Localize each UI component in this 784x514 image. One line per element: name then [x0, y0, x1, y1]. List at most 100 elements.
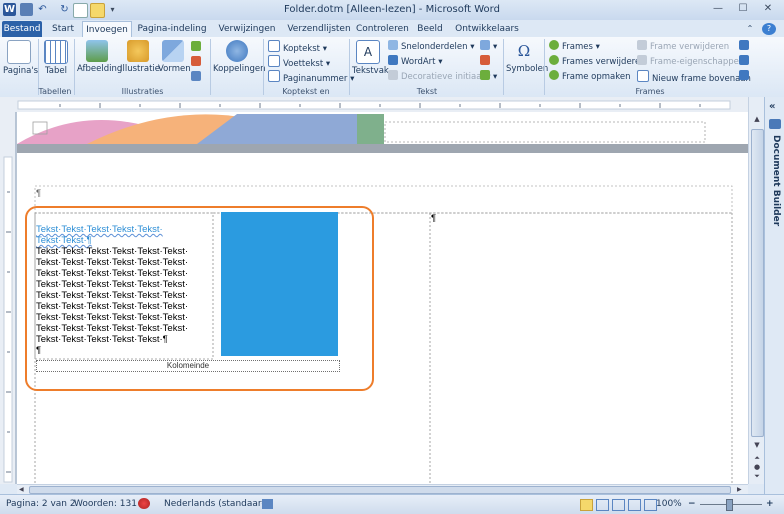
close-button[interactable]: ✕	[758, 2, 778, 16]
page-1-bottom[interactable]	[17, 112, 748, 144]
document-builder-icon	[769, 119, 781, 129]
fullscreen-reading-view-icon[interactable]	[596, 499, 609, 511]
shapes-label: Vormen	[158, 64, 191, 74]
prev-page-icon[interactable]: ⏶	[752, 454, 762, 462]
scroll-right-icon[interactable]: ▶	[737, 486, 742, 493]
illustration-icon	[127, 40, 149, 62]
wordart-button[interactable]: WordArt ▾	[388, 55, 442, 68]
textbox-button[interactable]: A Tekstvak	[352, 40, 389, 76]
tab-verzendlijsten[interactable]: Verzendlijsten	[284, 21, 354, 37]
image-button[interactable]: Afbeelding	[77, 40, 122, 74]
vertical-scrollbar[interactable]: ▲ ▼ ⏶ ● ⏷	[748, 97, 765, 484]
chart-button[interactable]	[191, 56, 204, 69]
object-button[interactable]: ▾	[480, 70, 497, 83]
signature-line-button[interactable]: ▾	[480, 40, 497, 53]
frames-remove-icon	[549, 55, 559, 65]
word-count[interactable]: Woorden: 131	[74, 499, 137, 509]
scroll-down-icon[interactable]: ▼	[752, 441, 762, 451]
divider	[544, 39, 545, 95]
print-layout-view-icon[interactable]	[580, 499, 593, 511]
outline-view-icon[interactable]	[628, 499, 641, 511]
header-button[interactable]: Koptekst ▾	[268, 40, 327, 54]
ruler-ticks	[17, 100, 731, 110]
header-label: Koptekst	[283, 44, 320, 54]
quickparts-button[interactable]: Snelonderdelen ▾	[388, 40, 475, 53]
group-label-frames: Frames	[635, 87, 665, 96]
omega-icon: Ω	[517, 42, 531, 60]
tab-controleren[interactable]: Controleren	[356, 21, 409, 37]
maximize-button[interactable]: ☐	[733, 2, 753, 16]
vertical-ruler[interactable]	[0, 112, 16, 484]
frame-format-button[interactable]: Frame opmaken	[549, 70, 631, 83]
tab-invoegen[interactable]: Invoegen	[82, 21, 132, 38]
proofing-icon[interactable]	[138, 498, 150, 509]
document-builder-pane[interactable]: « Document Builder	[764, 97, 784, 494]
frame-remove-label: Frame verwijderen	[650, 42, 730, 52]
group-label-illustrations: Illustraties	[121, 87, 164, 96]
help-icon[interactable]: ?	[762, 23, 776, 35]
tab-ontwikkelaars[interactable]: Ontwikkelaars	[454, 21, 520, 37]
zoom-in-button[interactable]: +	[766, 499, 774, 509]
scroll-up-icon[interactable]: ▲	[752, 115, 762, 125]
macro-record-icon[interactable]	[262, 499, 273, 509]
horizontal-scroll-thumb[interactable]	[29, 486, 731, 494]
links-button[interactable]: Koppelingen	[213, 40, 266, 74]
frame-extra-button-2[interactable]	[739, 55, 752, 68]
frames-remove-button[interactable]: Frames verwijderen	[549, 55, 646, 68]
new-frame-icon	[637, 70, 649, 82]
page-2[interactable]: ¶ Tekst·Tekst·Tekst·Tekst·Tekst· Tekst·T…	[17, 153, 748, 484]
frames-button[interactable]: Frames ▾	[549, 40, 600, 53]
pagenumber-label: Paginanummer	[283, 74, 348, 84]
illustration-label: Illustratie	[120, 64, 161, 74]
pagenumber-button[interactable]: Paginanummer ▾	[268, 70, 354, 84]
screenshot-button[interactable]	[191, 71, 204, 84]
zoom-level[interactable]: 100%	[656, 499, 682, 509]
minimize-ribbon-icon[interactable]: ⌃	[744, 21, 756, 37]
footer-button[interactable]: Voettekst ▾	[268, 55, 330, 69]
tab-bestand[interactable]: Bestand	[2, 21, 42, 37]
horizontal-ruler[interactable]	[0, 97, 750, 113]
new-frame-button[interactable]: Nieuw frame bovenaan	[637, 70, 751, 84]
frame-extra-button-3[interactable]	[739, 70, 752, 83]
table-button[interactable]: Tabel	[42, 40, 70, 76]
quickparts-icon	[388, 40, 398, 50]
frame-extra-button-1[interactable]	[739, 40, 752, 53]
language-indicator[interactable]: Nederlands (standaard)	[164, 499, 271, 509]
scroll-left-icon[interactable]: ◀	[19, 486, 24, 493]
datetime-button[interactable]	[480, 55, 493, 68]
minimize-button[interactable]: —	[708, 2, 728, 16]
pages-button[interactable]: Pagina's	[3, 40, 38, 76]
screenshot-icon	[191, 71, 201, 81]
next-page-icon[interactable]: ⏷	[752, 472, 762, 480]
tab-beeld[interactable]: Beeld	[412, 21, 448, 37]
divider	[503, 39, 504, 95]
symbols-button[interactable]: Ω Symbolen	[506, 40, 548, 74]
tab-verwijzingen[interactable]: Verwijzingen	[214, 21, 280, 37]
frame-extra-icon	[739, 70, 749, 80]
image-label: Afbeelding	[77, 64, 123, 74]
zoom-out-button[interactable]: −	[688, 499, 696, 509]
smartart-button[interactable]	[191, 41, 204, 54]
dropcap-icon	[388, 70, 398, 80]
shapes-button[interactable]: Vormen	[158, 40, 191, 74]
frame-format-icon	[549, 70, 559, 80]
scroll-thumb[interactable]	[751, 129, 764, 437]
collapse-pane-icon[interactable]: «	[769, 101, 775, 112]
web-layout-view-icon[interactable]	[612, 499, 625, 511]
zoom-slider-thumb[interactable]	[726, 499, 733, 511]
dropcap-button[interactable]: Decoratieve initiaal ▾	[388, 70, 491, 83]
tab-pagina-indeling[interactable]: Pagina-indeling	[136, 21, 208, 37]
calendar-icon	[480, 55, 490, 65]
illustration-button[interactable]: Illustratie	[120, 40, 160, 74]
tab-start[interactable]: Start	[46, 21, 80, 37]
textbox-label: Tekstvak	[352, 66, 389, 76]
page-indicator[interactable]: Pagina: 2 van 2	[6, 499, 76, 509]
footer-label: Voettekst	[283, 59, 324, 69]
side-pane-title: Document Builder	[771, 135, 781, 227]
frame-remove-icon	[637, 40, 647, 50]
browse-object-icon[interactable]: ●	[752, 463, 762, 471]
frame-props-icon	[637, 55, 647, 65]
frame-remove-button[interactable]: Frame verwijderen	[637, 40, 729, 53]
frame-props-button[interactable]: Frame-eigenschappen	[637, 55, 744, 68]
frames-label: Frames	[562, 42, 593, 52]
